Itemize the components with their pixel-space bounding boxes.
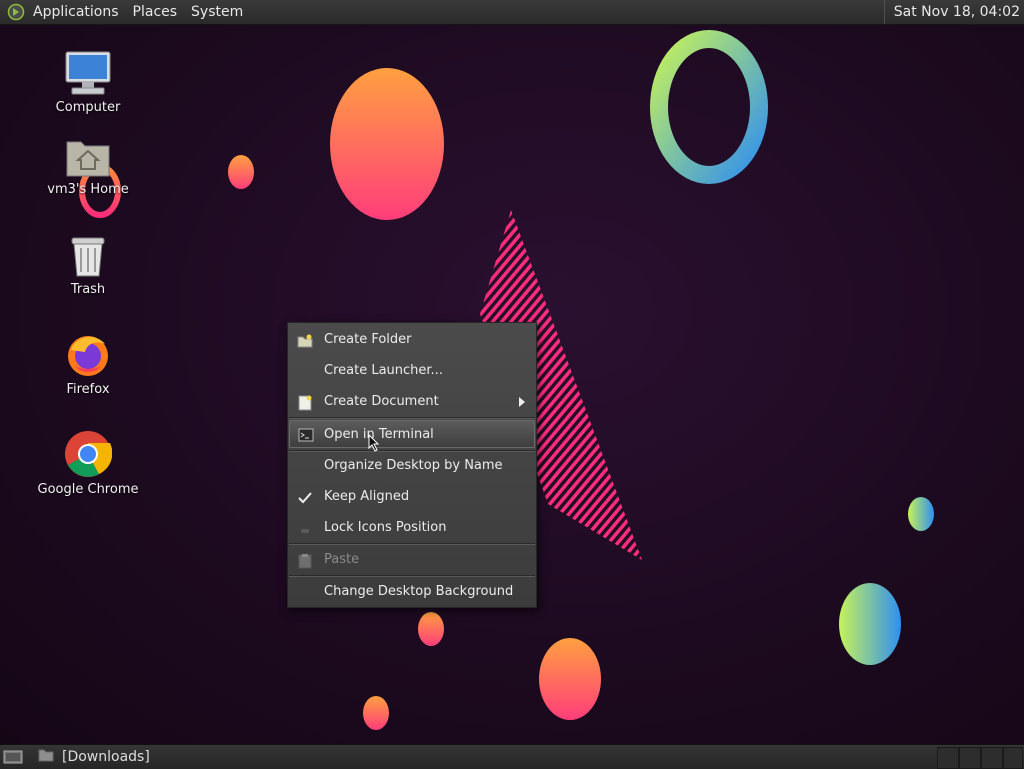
menu-item-lock-icons[interactable]: Lock Icons Position [289, 514, 535, 542]
menu-item-change-background[interactable]: Change Desktop Background [289, 578, 535, 606]
taskbar-item-label: [Downloads] [62, 749, 150, 765]
desktop-icon-firefox[interactable]: Firefox [33, 328, 143, 397]
menu-separator [289, 543, 535, 545]
desktop-icon-home[interactable]: vm3's Home [33, 128, 143, 197]
menu-item-paste[interactable]: Paste [289, 546, 535, 574]
folder-icon [38, 748, 54, 766]
desktop-icon-label: Google Chrome [37, 482, 139, 497]
desktop-icon-chrome[interactable]: Google Chrome [33, 428, 143, 497]
menu-item-organize-desktop[interactable]: Organize Desktop by Name [289, 452, 535, 480]
menu-item-open-in-terminal[interactable]: Open in Terminal [289, 420, 535, 448]
desktop-icon-label: Trash [70, 282, 106, 297]
menu-separator [289, 575, 535, 577]
computer-icon [33, 46, 143, 96]
folder-new-icon [297, 332, 313, 348]
mouse-pointer-icon [368, 433, 380, 456]
menu-separator [289, 417, 535, 419]
menu-item-keep-aligned[interactable]: Keep Aligned [289, 483, 535, 511]
desktop-icon-label: Firefox [66, 382, 110, 397]
desktop-icon-computer[interactable]: Computer [33, 46, 143, 115]
desktop-icon-label: Computer [55, 100, 121, 115]
terminal-icon [298, 426, 314, 442]
show-desktop-icon [3, 750, 23, 764]
desktop-icon-trash[interactable]: Trash [33, 228, 143, 297]
paste-icon [297, 552, 313, 569]
show-desktop-button[interactable] [0, 745, 26, 769]
workspace-2[interactable] [959, 747, 981, 769]
bottom-panel: [Downloads] [0, 744, 1024, 769]
menu-item-create-document[interactable]: Create Document [289, 388, 535, 416]
mate-logo-icon[interactable] [6, 2, 26, 22]
chrome-icon [33, 428, 143, 478]
document-new-icon [297, 394, 313, 411]
workspace-3[interactable] [981, 747, 1003, 769]
menu-item-create-launcher[interactable]: Create Launcher... [289, 357, 535, 385]
checkmark-icon [297, 489, 313, 505]
firefox-icon [33, 328, 143, 378]
clock[interactable]: Sat Nov 18, 04:02 [883, 0, 1024, 24]
system-menu[interactable]: System [184, 0, 250, 24]
desktop-context-menu: Create Folder Create Launcher... Create … [287, 322, 537, 608]
applications-menu[interactable]: Applications [26, 0, 126, 24]
top-panel: Applications Places System Sat Nov 18, 0… [0, 0, 1024, 25]
workspace-1[interactable] [937, 747, 959, 769]
desktop-icon-label: vm3's Home [47, 182, 129, 197]
home-folder-icon [33, 128, 143, 178]
lock-icon [297, 520, 313, 536]
menu-item-create-folder[interactable]: Create Folder [289, 326, 535, 354]
places-menu[interactable]: Places [126, 0, 185, 24]
trash-icon [33, 228, 143, 278]
workspace-4[interactable] [1003, 747, 1023, 769]
submenu-arrow-icon [519, 397, 525, 407]
taskbar-item-downloads[interactable]: [Downloads] [32, 745, 156, 769]
